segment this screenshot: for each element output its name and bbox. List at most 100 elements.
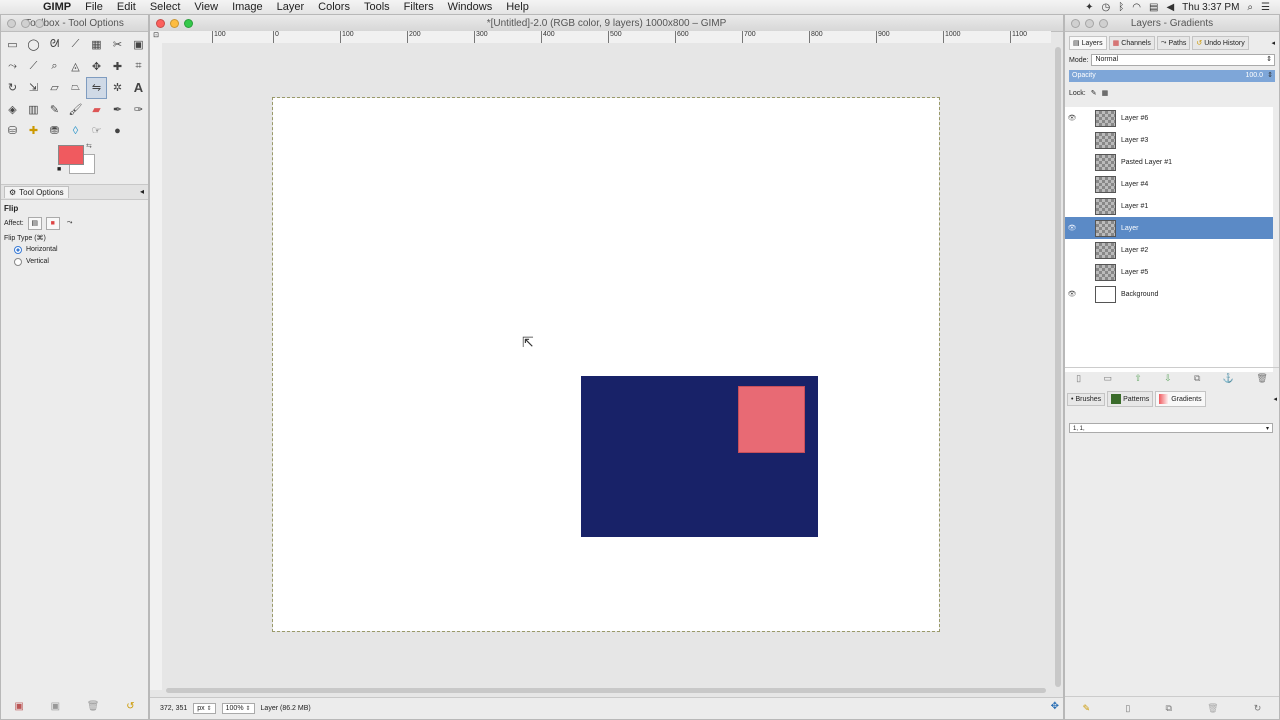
bucket-fill-icon[interactable]: ◈ <box>2 99 23 121</box>
zoom-icon[interactable] <box>1099 18 1108 28</box>
image-canvas[interactable] <box>272 97 940 632</box>
zoom-tool-icon[interactable]: ⌕ <box>44 56 65 78</box>
menu-app[interactable]: GIMP <box>36 1 78 13</box>
menu-colors[interactable]: Colors <box>311 1 357 13</box>
layer-row[interactable]: Layer #1 <box>1065 195 1273 217</box>
vertical-radio[interactable] <box>14 257 22 266</box>
restore-options-icon[interactable]: ▣ <box>51 701 60 712</box>
tab-tool-options[interactable]: ⚙ Tool Options <box>4 185 69 198</box>
dropbox-icon[interactable]: ✦ <box>1085 2 1093 13</box>
clone-icon[interactable]: ⛁ <box>2 120 23 142</box>
measure-icon[interactable]: ◬ <box>65 56 86 78</box>
navigate-icon[interactable]: ✥ <box>1051 701 1059 712</box>
mode-select[interactable]: Normal ⇕ <box>1091 54 1275 66</box>
paths-icon[interactable]: ⤳ <box>2 56 23 78</box>
duplicate-gradient-icon[interactable]: ⧉ <box>1166 703 1172 714</box>
raise-layer-icon[interactable]: ⇧ <box>1134 373 1142 384</box>
zoom-icon[interactable] <box>184 18 193 28</box>
volume-icon[interactable]: ◀ <box>1166 2 1174 13</box>
rotate-icon[interactable]: ↻ <box>2 77 23 99</box>
delete-gradient-icon[interactable]: 🗑 <box>1207 703 1218 714</box>
quick-mask-corner-icon[interactable]: ⊡ <box>150 31 162 43</box>
reset-options-icon[interactable]: ↺ <box>126 701 134 712</box>
flip-horizontal-option[interactable]: Horizontal <box>1 244 148 256</box>
tab-gradients[interactable]: Gradients <box>1155 391 1206 407</box>
menu-tools[interactable]: Tools <box>357 1 397 13</box>
lock-alpha-icon[interactable]: ▦ <box>1102 89 1109 97</box>
close-icon[interactable] <box>156 18 165 28</box>
default-colors-icon[interactable]: ■ <box>57 166 61 173</box>
menu-windows[interactable]: Windows <box>441 1 500 13</box>
pencil-icon[interactable]: ✎ <box>44 99 65 121</box>
pink-square-layer[interactable] <box>738 386 805 453</box>
edit-gradient-icon[interactable]: ✎ <box>1083 703 1091 714</box>
delete-layer-icon[interactable]: 🗑 <box>1256 373 1267 384</box>
rect-select-icon[interactable]: ▭ <box>2 34 23 56</box>
menu-select[interactable]: Select <box>143 1 188 13</box>
layer-row[interactable]: Layer #2 <box>1065 239 1273 261</box>
unit-select[interactable]: px ⇕ <box>193 703 216 714</box>
refresh-gradients-icon[interactable]: ↻ <box>1254 703 1262 714</box>
flip-vertical-option[interactable]: Vertical <box>1 256 148 268</box>
gradient-list-area[interactable] <box>1065 435 1279 690</box>
layer-row[interactable]: Layer #3 <box>1065 129 1273 151</box>
layer-row[interactable]: Layer #4 <box>1065 173 1273 195</box>
menu-filters[interactable]: Filters <box>397 1 441 13</box>
flip-tool-icon[interactable]: ⇋ <box>86 77 107 99</box>
duplicate-layer-icon[interactable]: ⧉ <box>1194 373 1200 384</box>
eye-icon[interactable]: 👁 <box>1065 224 1079 232</box>
move-icon[interactable]: ✥ <box>86 56 107 78</box>
dodge-burn-icon[interactable]: ● <box>107 120 128 142</box>
eye-icon[interactable]: 👁 <box>1065 114 1079 122</box>
affect-selection-button[interactable]: ■ <box>45 216 60 230</box>
ellipse-select-icon[interactable]: ◯ <box>23 34 44 56</box>
tab-brushes[interactable]: • Brushes <box>1067 392 1106 406</box>
tab-menu-icon[interactable]: ◂ <box>140 187 144 196</box>
zoom-icon[interactable] <box>35 18 44 28</box>
paintbrush-icon[interactable]: 🖌 <box>65 99 86 121</box>
lock-pixels-icon[interactable]: ✎ <box>1091 89 1097 97</box>
tab-undo-history[interactable]: ↺ Undo History <box>1192 36 1249 50</box>
airbrush-icon[interactable]: ✒ <box>107 99 128 121</box>
opacity-slider[interactable]: Opacity 100.0 ⇕ <box>1069 70 1275 82</box>
notification-center-icon[interactable]: ☰ <box>1261 2 1270 13</box>
eraser-icon[interactable]: ▰ <box>86 99 107 121</box>
minimize-icon[interactable] <box>1085 18 1094 28</box>
crop-icon[interactable]: ⌗ <box>128 56 149 78</box>
layer-row[interactable]: 👁 Background <box>1065 283 1273 305</box>
menu-image[interactable]: Image <box>225 1 270 13</box>
dock-tab-menu-icon[interactable]: ◂ <box>1271 39 1275 47</box>
layer-row[interactable]: Layer #5 <box>1065 261 1273 283</box>
text-tool-icon[interactable]: A <box>128 77 149 99</box>
minimize-icon[interactable] <box>170 18 179 28</box>
new-gradient-icon[interactable]: ▯ <box>1125 703 1130 714</box>
horizontal-radio[interactable] <box>14 245 22 254</box>
save-options-icon[interactable]: ▣ <box>14 701 23 712</box>
minimize-icon[interactable] <box>21 18 30 28</box>
horizontal-scrollbar[interactable] <box>166 688 1046 693</box>
smudge-icon[interactable]: ☞ <box>86 120 107 142</box>
cage-icon[interactable]: ✲ <box>107 77 128 99</box>
close-icon[interactable] <box>1071 18 1080 28</box>
fuzzy-select-icon[interactable]: ⟋ <box>65 34 86 56</box>
tab-layers[interactable]: ▤ Layers <box>1069 36 1107 50</box>
bluetooth-icon[interactable]: ᛒ <box>1118 2 1124 13</box>
new-layer-group-icon[interactable]: ▭ <box>1103 373 1112 384</box>
time-machine-icon[interactable]: ◷ <box>1102 2 1111 13</box>
eye-icon[interactable]: 👁 <box>1065 290 1079 298</box>
affect-path-button[interactable]: ⤳ <box>64 218 76 229</box>
menu-edit[interactable]: Edit <box>110 1 143 13</box>
layer-list[interactable]: 👁 Layer #6 Layer #3 Pasted Layer #1 Layer… <box>1065 107 1273 372</box>
tab-patterns[interactable]: Patterns <box>1107 391 1154 407</box>
select-by-color-icon[interactable]: ▦ <box>86 34 107 56</box>
zoom-select[interactable]: 100% ⇕ <box>221 703 255 714</box>
bottom-tab-menu-icon[interactable]: ◂ <box>1273 395 1277 403</box>
flag-icon[interactable]: ▤ <box>1149 2 1158 13</box>
scissors-icon[interactable]: ✂ <box>107 34 128 56</box>
menu-view[interactable]: View <box>187 1 225 13</box>
layer-row[interactable]: 👁 Layer #6 <box>1065 107 1273 129</box>
perspective-icon[interactable]: ⏢ <box>65 77 86 99</box>
canvas-area[interactable]: ⇱ <box>162 43 1053 690</box>
new-layer-icon[interactable]: ▯ <box>1076 373 1081 384</box>
anchor-layer-icon[interactable]: ⚓ <box>1223 373 1234 384</box>
